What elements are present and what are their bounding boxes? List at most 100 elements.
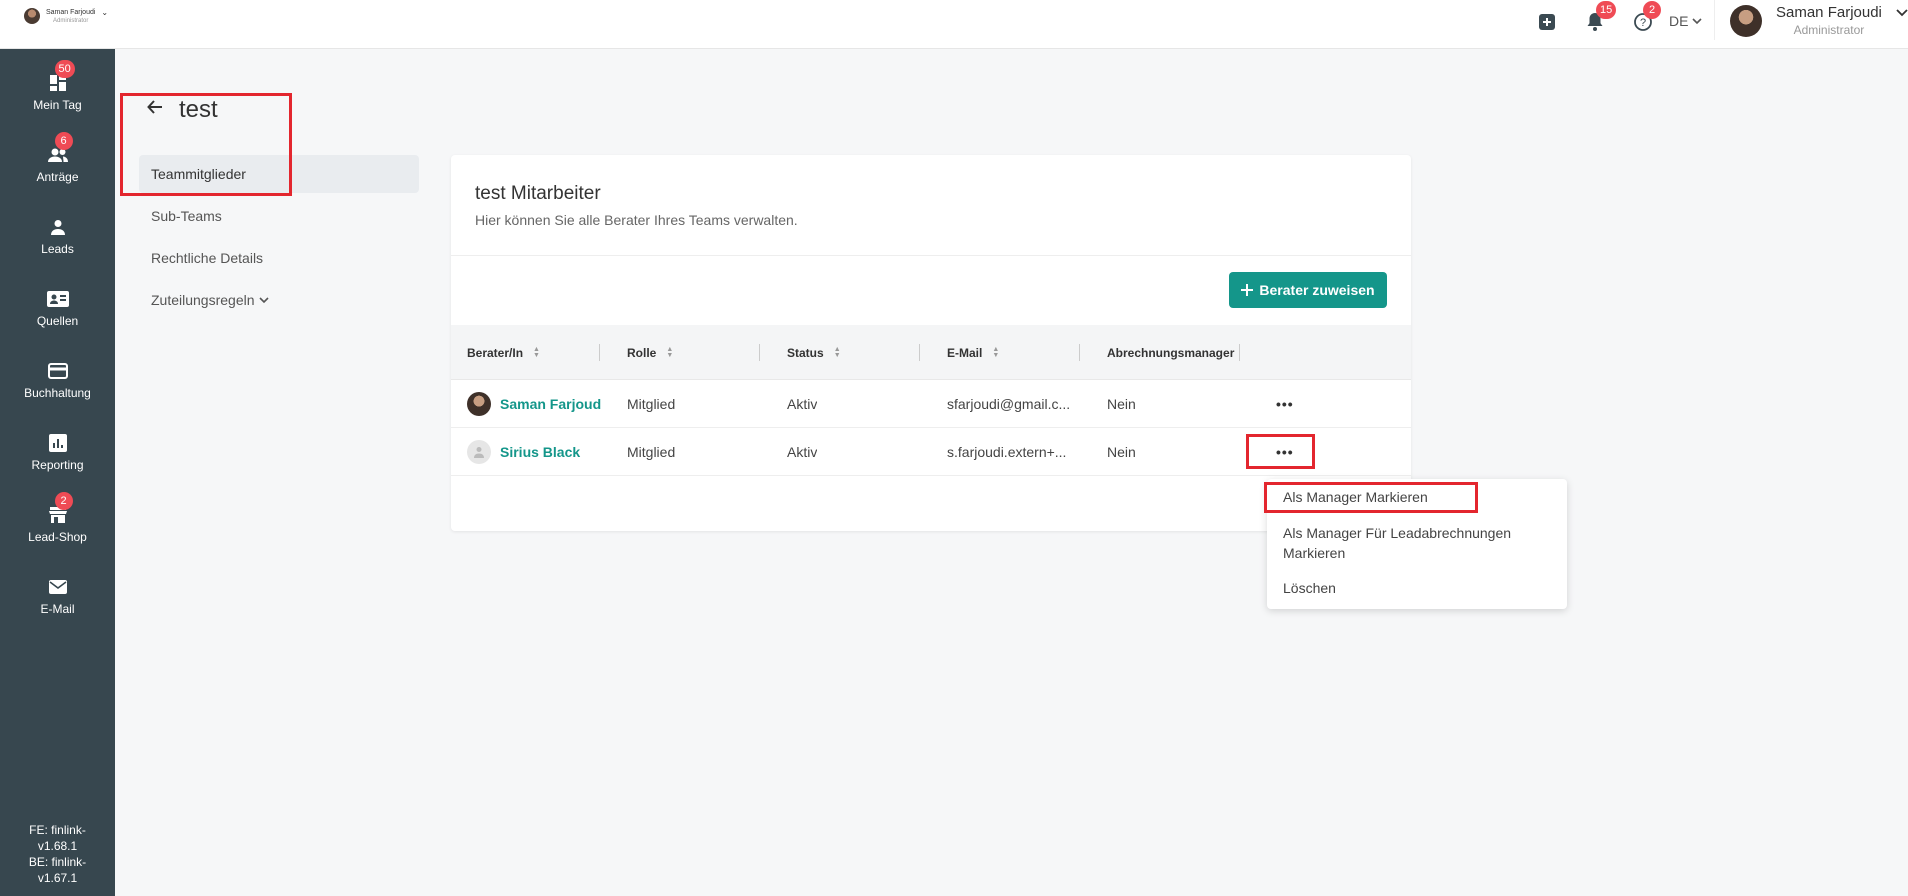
subnav-item-teammitglieder[interactable]: Teammitglieder xyxy=(139,155,419,193)
subnav-item-sub-teams[interactable]: Sub-Teams xyxy=(139,197,419,235)
sidebar-item-label: Anträge xyxy=(36,170,79,184)
brand-user-switcher[interactable]: Saman Farjoudi Administrator ⌄ xyxy=(24,8,108,25)
subnav-item-label: Rechtliche Details xyxy=(151,250,264,266)
card-subtitle: Hier können Sie alle Berater Ihres Teams… xyxy=(475,212,798,228)
table-row: Sirius Black Mitglied Aktiv s.farjoudi.e… xyxy=(451,428,1411,476)
sidebar-item-label: Leads xyxy=(41,242,74,256)
sidebar-item-mein-tag[interactable]: 50 Mein Tag xyxy=(0,60,115,126)
team-subnav: Teammitglieder Sub-Teams Rechtliche Deta… xyxy=(139,155,419,323)
column-header-label: E-Mail xyxy=(947,345,983,360)
add-icon[interactable] xyxy=(1539,12,1555,32)
dashboard-icon: 50 xyxy=(47,60,75,94)
sidebar-item-label: Quellen xyxy=(36,314,79,328)
card-title: test Mitarbeiter xyxy=(475,183,601,204)
divider xyxy=(451,255,1411,256)
more-options-icon[interactable]: ••• xyxy=(1276,380,1294,428)
brand-role: Administrator xyxy=(53,18,89,24)
table-header: Berater/In ▲ ▼ Rolle ▲ ▼ Status ▲ ▼ E-Mail … xyxy=(451,325,1411,380)
mail-icon xyxy=(47,576,69,598)
notifications-bell-icon[interactable]: 15 xyxy=(1586,1,1617,32)
language-label: DE xyxy=(1669,13,1689,29)
chevron-down-icon: ⌄ xyxy=(101,8,109,17)
brand-avatar xyxy=(24,8,40,24)
person-icon xyxy=(47,216,69,238)
advisor-name: Sirius Black xyxy=(500,444,581,460)
user-menu[interactable]: Saman Farjoudi Administrator xyxy=(1730,4,1908,37)
plus-icon xyxy=(1241,284,1254,296)
sidebar-item-lead-shop[interactable]: 2 Lead-Shop xyxy=(0,492,115,558)
manager-cell: Nein xyxy=(1107,444,1136,460)
credit-card-icon xyxy=(47,360,69,382)
page-title: test xyxy=(179,96,218,123)
table-row: Saman Farjoudi Mitglied Aktiv sfarjoudi@… xyxy=(451,380,1411,428)
advisor-name: Saman Farjoudi xyxy=(500,396,601,412)
sidebar-badge: 2 xyxy=(54,492,73,510)
role-cell: Mitglied xyxy=(627,396,676,412)
subnav-item-label: Zuteilungsregeln xyxy=(151,292,255,308)
column-separator xyxy=(599,344,600,361)
menu-item-delete[interactable]: Löschen xyxy=(1283,578,1553,598)
divider xyxy=(1714,0,1715,40)
version-info: FE: finlink- v1.68.1 BE: finlink- v1.67.… xyxy=(0,822,115,886)
more-options-icon[interactable]: ••• xyxy=(1276,428,1294,476)
back-arrow-icon[interactable] xyxy=(146,98,164,116)
sidebar-badge: 6 xyxy=(54,132,73,150)
menu-item-mark-manager[interactable]: Als Manager Markieren xyxy=(1283,487,1553,507)
sidebar-item-label: Lead-Shop xyxy=(28,530,87,544)
column-header-rolle[interactable]: Rolle ▲ ▼ xyxy=(627,325,673,380)
brand-name: Saman Farjoudi xyxy=(46,9,96,16)
sidebar-item-label: Mein Tag xyxy=(33,98,82,112)
subnav-item-rechtliche-details[interactable]: Rechtliche Details xyxy=(139,239,419,277)
column-header-berater[interactable]: Berater/In ▲ ▼ xyxy=(467,325,540,380)
column-separator xyxy=(1079,344,1080,361)
column-separator xyxy=(1239,344,1240,361)
store-icon: 2 xyxy=(47,492,73,526)
sidebar-item-buchhaltung[interactable]: Buchhaltung xyxy=(0,354,115,414)
sidebar-item-label: Buchhaltung xyxy=(24,386,91,400)
menu-item-mark-lead-billing-manager[interactable]: Als Manager Für Leadabrechnungen Markier… xyxy=(1283,523,1543,563)
language-selector[interactable]: DE xyxy=(1669,13,1703,29)
sidebar: 50 Mein Tag 6 Anträge Leads Quellen Buch… xyxy=(0,49,115,896)
sidebar-item-antraege[interactable]: 6 Anträge xyxy=(0,132,115,198)
column-header-email[interactable]: E-Mail ▲ ▼ xyxy=(947,325,999,380)
email-cell: sfarjoudi@gmail.c... xyxy=(947,396,1071,412)
user-avatar xyxy=(1730,4,1762,37)
sidebar-item-quellen[interactable]: Quellen xyxy=(0,282,115,342)
subnav-item-zuteilungsregeln[interactable]: Zuteilungsregeln xyxy=(139,281,419,319)
column-separator xyxy=(759,344,760,361)
advisor-name-cell[interactable]: Saman Farjoudi xyxy=(467,380,601,428)
chevron-down-icon xyxy=(1896,8,1908,16)
avatar xyxy=(467,392,491,416)
contact-card-icon xyxy=(46,288,69,310)
advisor-name-cell[interactable]: Sirius Black xyxy=(467,428,601,476)
user-name: Saman Farjoudi xyxy=(1776,4,1882,21)
role-cell: Mitglied xyxy=(627,444,676,460)
sort-icon: ▲ ▼ xyxy=(533,345,540,359)
column-header-label: Berater/In xyxy=(467,345,524,360)
row-actions-menu: Als Manager Markieren Als Manager Für Le… xyxy=(1267,479,1567,609)
help-icon[interactable]: ? 2 xyxy=(1634,1,1661,32)
column-header-label: Status xyxy=(787,345,824,360)
column-header-status[interactable]: Status ▲ ▼ xyxy=(787,325,841,380)
team-members-card: test Mitarbeiter Hier können Sie alle Be… xyxy=(451,155,1411,531)
chevron-down-icon xyxy=(258,297,269,304)
user-role: Administrator xyxy=(1793,23,1865,37)
chevron-down-icon xyxy=(1692,18,1703,25)
status-cell: Aktiv xyxy=(787,396,818,412)
sidebar-item-e-mail[interactable]: E-Mail xyxy=(0,570,115,630)
version-be-label: BE: finlink- xyxy=(28,855,87,869)
sidebar-item-leads[interactable]: Leads xyxy=(0,210,115,270)
subnav-item-label: Teammitglieder xyxy=(151,166,246,182)
sort-icon: ▲ ▼ xyxy=(992,345,1000,359)
email-cell: s.farjoudi.extern+... xyxy=(947,444,1067,460)
sidebar-item-reporting[interactable]: Reporting xyxy=(0,426,115,486)
assign-advisor-label: Berater zuweisen xyxy=(1259,282,1375,298)
assign-advisor-button[interactable]: Berater zuweisen xyxy=(1229,272,1387,308)
subnav-item-label: Sub-Teams xyxy=(151,208,222,224)
avatar-placeholder xyxy=(467,440,491,464)
column-header-abrechnungsmanager: Abrechnungsmanager xyxy=(1107,325,1234,380)
sort-icon: ▲ ▼ xyxy=(666,345,674,359)
sidebar-item-label: E-Mail xyxy=(40,602,75,616)
version-fe-label: FE: finlink- xyxy=(29,823,86,837)
status-cell: Aktiv xyxy=(787,444,818,460)
